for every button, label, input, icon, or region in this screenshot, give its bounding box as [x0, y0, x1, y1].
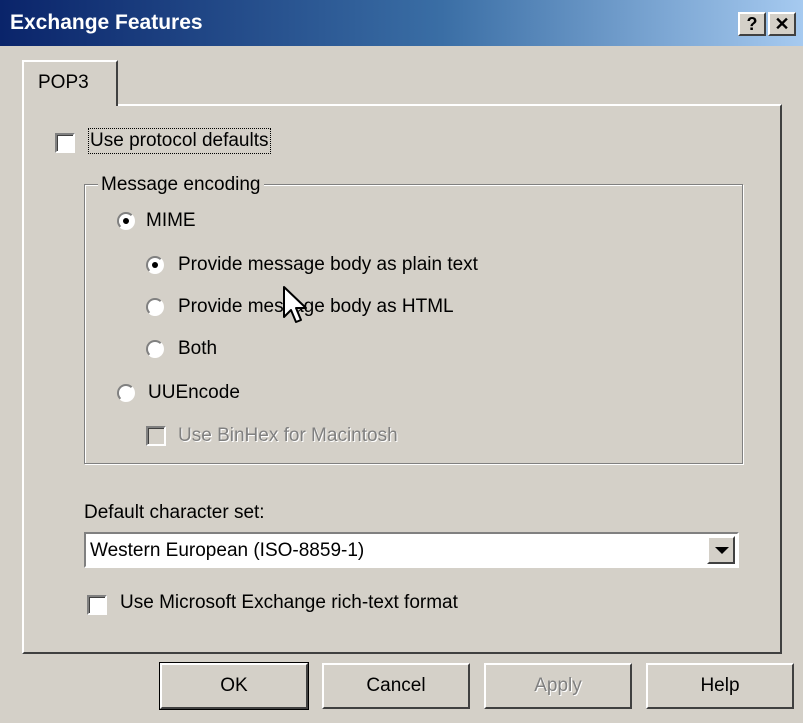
charset-value: Western European (ISO-8859-1)	[90, 540, 365, 561]
binhex-label: Use BinHex for Macintosh	[178, 425, 398, 446]
mime-radio[interactable]	[117, 212, 135, 230]
html-radio[interactable]	[146, 298, 164, 316]
title-bar[interactable]: Exchange Features ? ✕	[0, 0, 803, 46]
help-caption-button[interactable]: ?	[738, 12, 766, 36]
both-radio[interactable]	[146, 340, 164, 358]
tab-pop3-label: POP3	[38, 72, 89, 93]
ok-button-label: OK	[220, 675, 248, 696]
use-protocol-defaults-checkbox[interactable]	[55, 133, 75, 153]
apply-button-label: Apply	[534, 675, 582, 696]
rich-text-label[interactable]: Use Microsoft Exchange rich-text format	[120, 592, 458, 614]
message-encoding-legend: Message encoding	[98, 174, 264, 196]
mouse-pointer-icon	[283, 286, 307, 323]
charset-select[interactable]: Western European (ISO-8859-1)	[84, 532, 739, 568]
tab-pop3[interactable]: POP3	[22, 60, 118, 106]
charset-label: Default character set:	[84, 502, 265, 523]
close-icon[interactable]: ✕	[768, 12, 796, 36]
apply-button[interactable]: Apply	[484, 663, 632, 709]
mime-label[interactable]: MIME	[146, 210, 196, 232]
plain-text-radio-dot	[152, 262, 158, 268]
help-button-label: Help	[700, 675, 740, 696]
use-protocol-defaults-label[interactable]: Use protocol defaults	[88, 128, 271, 154]
binhex-checkbox[interactable]	[146, 426, 166, 446]
html-label[interactable]: Provide message body as HTML	[178, 296, 454, 318]
both-label[interactable]: Both	[178, 338, 217, 360]
uuencode-radio[interactable]	[117, 384, 135, 402]
plain-text-radio[interactable]	[146, 256, 164, 274]
plain-text-label[interactable]: Provide message body as plain text	[178, 254, 478, 276]
window-title: Exchange Features	[10, 11, 203, 34]
cancel-button-label: Cancel	[366, 675, 426, 696]
uuencode-label[interactable]: UUEncode	[148, 382, 240, 404]
ok-button[interactable]: OK	[159, 662, 309, 710]
chevron-down-icon[interactable]	[707, 536, 735, 564]
cancel-button[interactable]: Cancel	[322, 663, 470, 709]
rich-text-checkbox[interactable]	[87, 595, 107, 615]
mime-radio-dot	[123, 218, 129, 224]
help-button[interactable]: Help	[646, 663, 794, 709]
